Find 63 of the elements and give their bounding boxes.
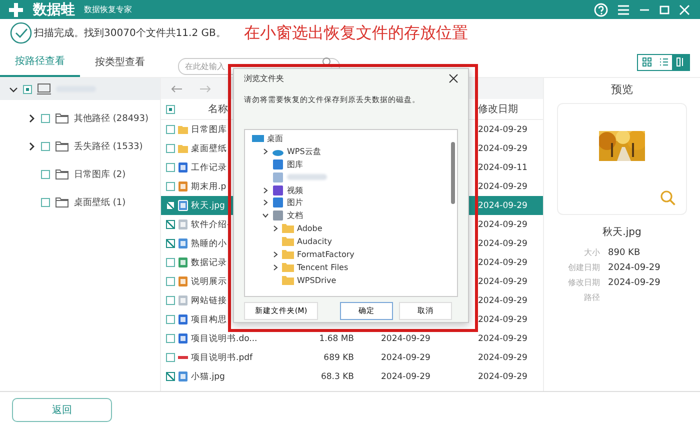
created-date: 2024-09-29 (381, 372, 430, 382)
modified-date: 2024-09-29 (477, 334, 528, 344)
folder-name: Adobe (297, 224, 322, 234)
info-label: 修改日期 (567, 277, 600, 288)
file-name: 秋天.jpg (191, 200, 225, 210)
folder-name: FormatFactory (297, 250, 354, 259)
modified-date: 2024-09-29 (477, 314, 528, 324)
folder-name: 桌面 (267, 132, 283, 144)
app-name: 数据蛙 (33, 0, 75, 18)
modified-date: 2024-09-11 (477, 162, 528, 172)
created-date: 2024-09-29 (381, 352, 430, 362)
info-value: 890 KB (608, 248, 640, 258)
file-size: 68.3 KB (320, 372, 354, 382)
tree-label: 丢失路径 (1533) (74, 140, 143, 152)
folder-name: WPS云盘 (287, 146, 321, 157)
file-name: 熟睡的小 (191, 238, 227, 248)
tree-label: 桌面壁纸 (1) (74, 196, 126, 208)
file-name: 项目说明书.pdf (191, 352, 252, 362)
scan-status: 扫描完成。找到30070个文件共11.2 GB。 (34, 26, 227, 40)
file-size: 689 KB (324, 352, 354, 362)
file-name: 软件介绍- (191, 220, 230, 230)
info-value: 2024-09-29 (608, 262, 660, 272)
folder-name: 视频 (287, 184, 303, 196)
tree-label: 日常图库 (2) (74, 168, 126, 180)
file-name: 网站链接 (191, 296, 227, 306)
file-name: 数据记录 (191, 258, 227, 268)
modified-date: 2024-09-29 (477, 220, 528, 230)
info-label: 路径 (583, 292, 600, 303)
tree-label: 其他路径 (28493) (74, 112, 149, 124)
modified-date: 2024-09-29 (477, 200, 528, 210)
modified-date: 2024-09-29 (477, 352, 528, 362)
preview-title: 预览 (611, 82, 633, 97)
info-value: 2024-09-29 (608, 278, 660, 288)
file-name: 日常图库 (191, 124, 227, 134)
folder-name: Tencent Files (297, 262, 348, 272)
file-name: 桌面壁纸 (191, 144, 227, 154)
modified-date: 2024-09-29 (477, 276, 528, 286)
app-subtitle: 数据恢复专家 (84, 4, 132, 15)
dialog-title: 浏览文件夹 (244, 72, 284, 84)
modified-date: 2024-09-29 (477, 182, 528, 192)
modified-date: 2024-09-29 (477, 372, 528, 382)
file-name: 小猫.jpg (191, 372, 225, 382)
folder-name: 文档 (287, 210, 303, 222)
preview-file-name: 秋天.jpg (602, 226, 642, 239)
file-size: 1.68 MB (319, 334, 354, 344)
annotation-text: 在小窗选出恢复文件的存放位置 (244, 22, 468, 44)
modified-date: 2024-09-29 (477, 258, 528, 268)
folder-name: 图库 (287, 158, 303, 170)
file-name: 项目说明书.do... (191, 334, 258, 344)
modified-date: 2024-09-29 (477, 144, 528, 154)
file-name: 说明展示 (191, 276, 227, 286)
file-name: 项目构思 (191, 314, 227, 324)
folder-name: WPSDrive (297, 276, 336, 285)
info-label: 创建日期 (567, 262, 600, 273)
folder-name: Audacity (297, 237, 332, 246)
file-name: 期末用.p (191, 182, 226, 192)
created-date: 2024-09-29 (381, 334, 430, 344)
folder-name: 图片 (287, 197, 303, 208)
info-label: 大小 (583, 247, 600, 258)
file-name: 工作记录 (191, 162, 227, 172)
modified-date: 2024-09-29 (477, 124, 528, 134)
modified-date: 2024-09-29 (477, 296, 528, 306)
modified-date: 2024-09-29 (477, 238, 528, 248)
